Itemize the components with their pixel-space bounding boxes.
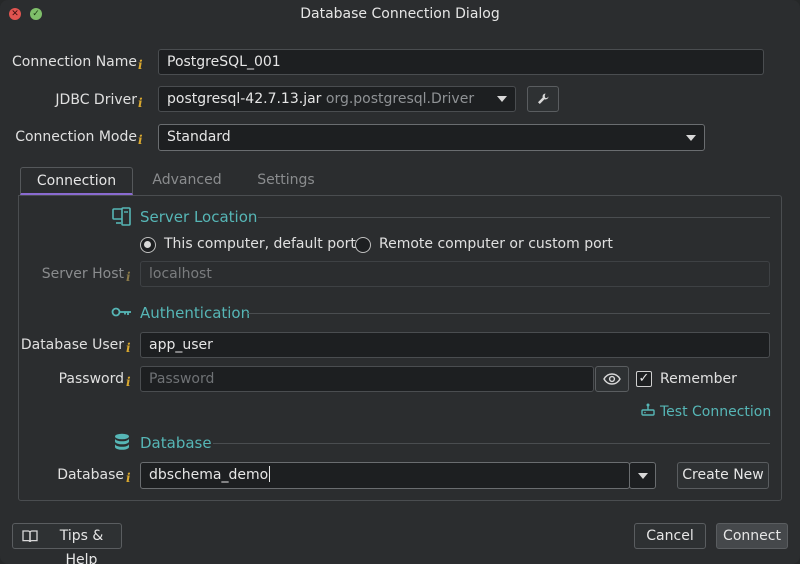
remember-label[interactable]: Remember	[660, 371, 737, 387]
dialog-window: ✕ ✓ Database Connection Dialog Connectio…	[0, 0, 800, 564]
tips-help-label: Tips & Help	[59, 528, 104, 564]
connection-name-input[interactable]: PostgreSQL_001	[158, 49, 764, 75]
password-info-icon[interactable]: i	[126, 375, 131, 389]
jdbc-driver-info-icon[interactable]: i	[138, 96, 143, 110]
database-combo-input[interactable]: dbschema_demo	[140, 462, 630, 489]
cancel-button[interactable]: Cancel	[634, 523, 706, 549]
tab-connection[interactable]: Connection	[20, 167, 133, 195]
connect-button[interactable]: Connect	[716, 523, 788, 549]
create-new-button[interactable]: Create New	[677, 462, 769, 489]
connection-mode-select[interactable]: Standard	[158, 124, 705, 151]
computer-icon	[112, 207, 131, 226]
radio-remote-label[interactable]: Remote computer or custom port	[379, 236, 613, 252]
database-user-label: Database User	[20, 337, 124, 353]
driver-settings-button[interactable]	[527, 86, 559, 112]
title-bar: ✕ ✓ Database Connection Dialog	[0, 0, 800, 28]
database-user-info-icon[interactable]: i	[126, 341, 131, 355]
section-divider	[248, 313, 770, 314]
connection-mode-label: Connection Mode	[15, 129, 137, 145]
tips-help-button[interactable]: Tips & Help	[12, 523, 122, 564]
server-location-title: Server Location	[140, 208, 258, 226]
jdbc-driver-select[interactable]: postgresql-42.7.13.jar org.postgresql.Dr…	[158, 86, 516, 112]
wrench-icon	[538, 93, 549, 104]
radio-local[interactable]	[140, 237, 156, 253]
database-label: Database	[57, 467, 124, 483]
database-icon	[115, 433, 129, 450]
jdbc-driver-label: JDBC Driver	[55, 92, 137, 108]
server-host-label: Server Host	[41, 266, 124, 282]
radio-local-label[interactable]: This computer, default port	[164, 236, 356, 252]
show-password-button[interactable]	[595, 366, 629, 392]
database-user-input[interactable]: app_user	[140, 332, 770, 358]
text-cursor	[269, 466, 271, 482]
chevron-down-icon	[638, 473, 648, 479]
section-divider	[258, 217, 770, 218]
connection-name-info-icon[interactable]: i	[138, 58, 143, 72]
test-connection-link[interactable]: Test Connection	[660, 404, 771, 420]
password-label: Password	[58, 371, 124, 387]
test-connection-icon	[641, 403, 655, 416]
section-divider	[213, 443, 770, 444]
eye-icon	[603, 373, 621, 385]
server-host-info-icon[interactable]: i	[126, 270, 131, 284]
tab-advanced[interactable]: Advanced	[140, 167, 234, 195]
tab-settings[interactable]: Settings	[242, 167, 330, 195]
authentication-title: Authentication	[140, 304, 251, 322]
window-title: Database Connection Dialog	[300, 6, 500, 22]
radio-remote[interactable]	[355, 237, 371, 253]
chevron-down-icon	[686, 135, 696, 141]
database-dropdown-button[interactable]	[629, 462, 656, 489]
chevron-down-icon	[497, 96, 507, 102]
database-info-icon[interactable]: i	[126, 471, 131, 485]
connection-name-label: Connection Name	[12, 54, 137, 70]
key-icon	[111, 307, 131, 317]
database-title: Database	[140, 434, 212, 452]
server-host-input: localhost	[140, 261, 770, 287]
book-icon	[22, 530, 38, 543]
remember-checkbox[interactable]: ✓	[636, 371, 652, 387]
password-input[interactable]: Password	[140, 366, 594, 392]
connection-mode-info-icon[interactable]: i	[138, 133, 143, 147]
